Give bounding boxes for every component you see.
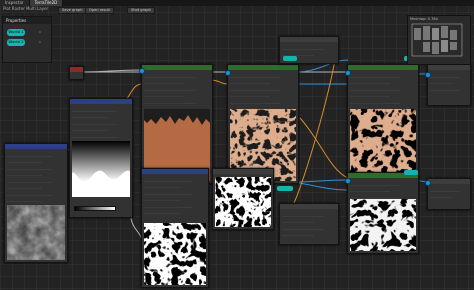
node-header[interactable] <box>142 65 212 70</box>
graph-node[interactable] <box>427 64 471 106</box>
graph-node[interactable] <box>427 178 471 210</box>
graph-node[interactable] <box>141 64 213 184</box>
property-value: 0 <box>39 30 41 34</box>
reroute-node[interactable] <box>277 186 293 191</box>
reroute-node[interactable] <box>404 170 418 175</box>
node-header[interactable] <box>348 65 418 70</box>
node-header[interactable] <box>280 204 338 209</box>
graph-node[interactable] <box>69 66 84 80</box>
node-header[interactable] <box>5 144 67 149</box>
property-item-world-1[interactable]: World 1 <box>7 29 25 36</box>
properties-title: Properties <box>3 17 51 24</box>
graph-node[interactable] <box>141 168 209 288</box>
graph-node[interactable] <box>69 98 133 218</box>
reroute-node[interactable] <box>283 56 297 61</box>
open-result-button[interactable]: Open result <box>85 7 114 14</box>
property-value: 0 <box>39 40 41 44</box>
graph-node[interactable] <box>347 172 419 254</box>
node-header[interactable] <box>70 67 83 72</box>
property-item-world-2[interactable]: World 2 <box>7 39 25 46</box>
mask-preview-image <box>350 199 416 251</box>
graph-node[interactable] <box>227 64 299 184</box>
save-graph-button[interactable]: Save graph <box>58 7 87 14</box>
mask-preview-image <box>144 223 206 285</box>
input-port[interactable] <box>425 72 431 78</box>
window-tab-bar: Inspector TerraTile2D <box>0 0 474 6</box>
input-port[interactable] <box>139 68 145 74</box>
graph-node[interactable] <box>4 143 68 263</box>
shot-graph-button[interactable]: Shot graph <box>127 7 155 14</box>
node-header[interactable] <box>280 37 338 42</box>
gradient-ramp-slider[interactable] <box>74 206 116 211</box>
graph-node[interactable] <box>212 168 274 230</box>
minimap-panel[interactable]: Minimap: 0.78x <box>407 15 471 65</box>
node-header[interactable] <box>213 169 273 174</box>
node-header[interactable] <box>142 169 208 174</box>
graph-node[interactable] <box>279 203 339 245</box>
gradient-preview-image <box>72 141 130 197</box>
graph-subtitle: Plot Raster Multi Layer <box>3 6 49 11</box>
node-header[interactable] <box>70 99 132 104</box>
node-header[interactable] <box>428 65 470 70</box>
input-port[interactable] <box>425 180 431 186</box>
input-port[interactable] <box>225 70 231 76</box>
noise-preview-image <box>7 205 65 260</box>
input-port[interactable] <box>345 178 351 184</box>
input-port[interactable] <box>345 70 351 76</box>
properties-panel: Properties World 1 0 World 2 0 <box>2 16 52 63</box>
mask-preview-image <box>215 177 271 227</box>
node-header[interactable] <box>228 65 298 70</box>
node-header[interactable] <box>428 179 470 184</box>
minimap-preview <box>411 23 463 57</box>
graph-node[interactable] <box>347 64 419 184</box>
